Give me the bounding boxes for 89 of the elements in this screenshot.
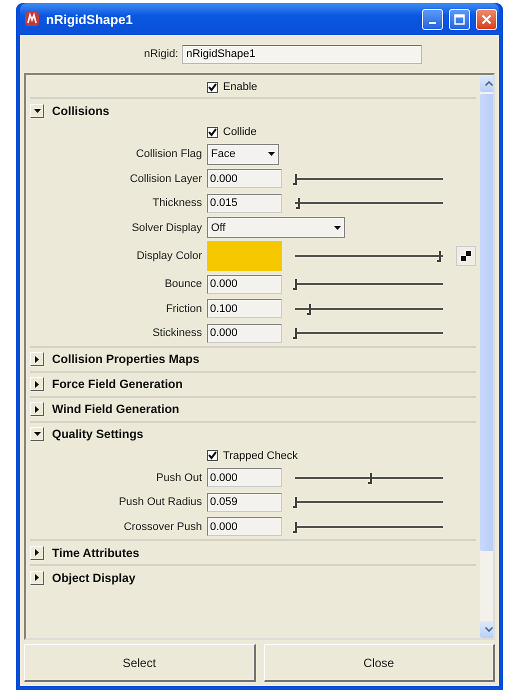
section-toggle[interactable] (30, 377, 44, 391)
section-toggle[interactable] (30, 402, 44, 416)
dialog-button[interactable]: Close (264, 644, 495, 682)
field-label: Bounce (164, 278, 202, 290)
field-label: Push Out Radius (118, 496, 202, 508)
section-toggle[interactable] (30, 104, 44, 118)
expand-arrow-icon (35, 406, 39, 412)
expand-arrow-icon (35, 574, 39, 581)
field-label: Collision Flag (134, 148, 202, 160)
field-label: nRigid: (144, 48, 178, 60)
checkbox-label: Enable (223, 81, 258, 93)
field-label: Friction (164, 302, 202, 315)
caret-icon (334, 226, 341, 230)
slider[interactable] (293, 172, 443, 185)
slider[interactable] (293, 278, 443, 290)
expand-arrow-icon (35, 356, 39, 362)
slider-thumb[interactable] (293, 279, 297, 290)
check-icon (208, 128, 217, 136)
section-title: Time Attributes (52, 546, 140, 560)
slider-thumb[interactable] (368, 472, 372, 484)
value-field[interactable]: 0.059 (207, 492, 282, 512)
checkbox[interactable] (207, 126, 218, 138)
dropdown[interactable]: Off (207, 217, 345, 238)
slider-thumb[interactable] (293, 522, 297, 533)
field-label: Push Out (155, 472, 202, 484)
maximize-icon (454, 14, 465, 24)
checker-icon (461, 251, 471, 261)
checkbox[interactable] (207, 82, 218, 92)
field-label: Display Color (136, 250, 202, 262)
slider-thumb[interactable] (307, 304, 312, 315)
value-field[interactable]: 0.000 (207, 468, 282, 488)
checkbox-label: Collide (223, 126, 257, 138)
section-title: Wind Field Generation (52, 402, 180, 416)
check-icon (208, 451, 217, 460)
collapse-arrow-icon (34, 108, 40, 112)
slider-thumb[interactable] (293, 328, 297, 340)
field-label: Thickness (151, 197, 202, 210)
minimize-icon (429, 22, 436, 24)
minimize-button[interactable] (422, 8, 443, 30)
window-title: nRigidShape1 (46, 12, 134, 26)
slider-thumb[interactable] (293, 497, 297, 508)
slider[interactable] (293, 327, 443, 340)
slider-thumb[interactable] (293, 174, 297, 185)
color-picker-button[interactable] (456, 246, 476, 266)
field-label: Solver Display (130, 222, 202, 234)
slider[interactable] (293, 496, 443, 508)
slider[interactable] (293, 520, 443, 533)
section-toggle[interactable] (30, 570, 44, 584)
expand-arrow-icon (35, 549, 39, 556)
app-icon (24, 11, 40, 27)
section-title: Force Field Generation (52, 377, 183, 391)
collapse-arrow-icon (34, 432, 40, 436)
checkbox[interactable] (207, 450, 218, 461)
close-button[interactable] (476, 8, 497, 30)
slider-thumb[interactable] (296, 198, 300, 210)
section-title: Collisions (52, 104, 110, 118)
slider[interactable] (293, 472, 443, 484)
expand-arrow-icon (35, 380, 39, 388)
slider[interactable] (293, 250, 443, 262)
value-field[interactable]: 0.000 (207, 169, 282, 188)
maximize-button[interactable] (449, 8, 470, 30)
value-field[interactable]: 0.000 (207, 517, 282, 536)
value-field[interactable]: 0.015 (207, 194, 282, 213)
value-field[interactable]: 0.100 (207, 299, 282, 318)
slider[interactable] (293, 197, 443, 210)
section-title: Object Display (52, 570, 136, 584)
dialog-button[interactable]: Select (24, 644, 256, 682)
dropdown[interactable]: Face (207, 144, 279, 165)
section-title: Quality Settings (52, 427, 144, 441)
scroll-up-icon[interactable] (480, 75, 493, 92)
field-label: Crossover Push (122, 520, 202, 533)
value-field[interactable]: 0.000 (207, 324, 282, 343)
name-field[interactable]: nRigidShape1 (182, 44, 422, 64)
field-label: Stickiness (151, 327, 202, 340)
check-icon (208, 82, 217, 92)
slider[interactable] (293, 302, 443, 315)
scroll-down-icon[interactable] (480, 621, 493, 638)
section-title: Collision Properties Maps (52, 352, 200, 366)
scrollbar[interactable] (480, 75, 493, 638)
caret-icon (268, 152, 275, 156)
section-toggle[interactable] (30, 546, 44, 560)
slider-thumb[interactable] (437, 251, 441, 262)
color-swatch[interactable] (207, 241, 282, 271)
checkbox-label: Trapped Check (223, 450, 298, 462)
field-label: Collision Layer (128, 172, 202, 185)
value-field[interactable]: 0.000 (207, 274, 282, 294)
section-toggle[interactable] (30, 427, 44, 441)
section-toggle[interactable] (30, 352, 44, 366)
close-icon (481, 14, 492, 24)
